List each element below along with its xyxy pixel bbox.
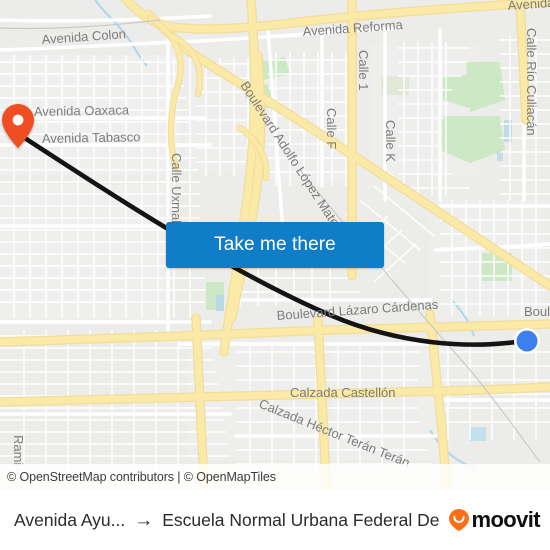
map-road-label: Calle Río Culiacán: [524, 28, 539, 136]
map-road-label: Calzada Castellón: [290, 385, 396, 400]
trip-footer: Avenida Ayu... → Escuela Normal Urbana F…: [0, 490, 550, 550]
map-road-label: Calle F: [324, 108, 339, 149]
trip-origin-label: Avenida Ayu...: [14, 509, 126, 530]
moovit-logo[interactable]: moovit: [448, 507, 541, 533]
moovit-wordmark: moovit: [471, 507, 540, 532]
destination-marker[interactable]: [514, 328, 540, 354]
take-me-there-button[interactable]: Take me there: [166, 222, 384, 268]
map-road-label: Rami: [11, 435, 26, 465]
map-road-label: Boul: [524, 304, 550, 319]
trip-summary[interactable]: Avenida Ayu... → Escuela Normal Urbana F…: [14, 510, 440, 531]
map-road-label: Calle 1: [356, 50, 371, 90]
map-road-label: Calle Uxmal: [169, 153, 184, 223]
arrow-right-icon: →: [134, 509, 154, 531]
map-road-label: Calle K: [383, 120, 398, 162]
map-road-label: Avenida Oaxaca: [34, 102, 130, 119]
map-attribution[interactable]: © OpenStreetMap contributors | © OpenMap…: [0, 464, 550, 490]
trip-destination-label: Escuela Normal Urbana Federal De ...: [162, 509, 441, 530]
map-screen: Avenida Colon Avenida Reforma Avenida Aveni…: [0, 0, 550, 550]
moovit-pin-icon: [449, 509, 470, 532]
map-road-label: Avenida Tabasco: [42, 129, 141, 146]
